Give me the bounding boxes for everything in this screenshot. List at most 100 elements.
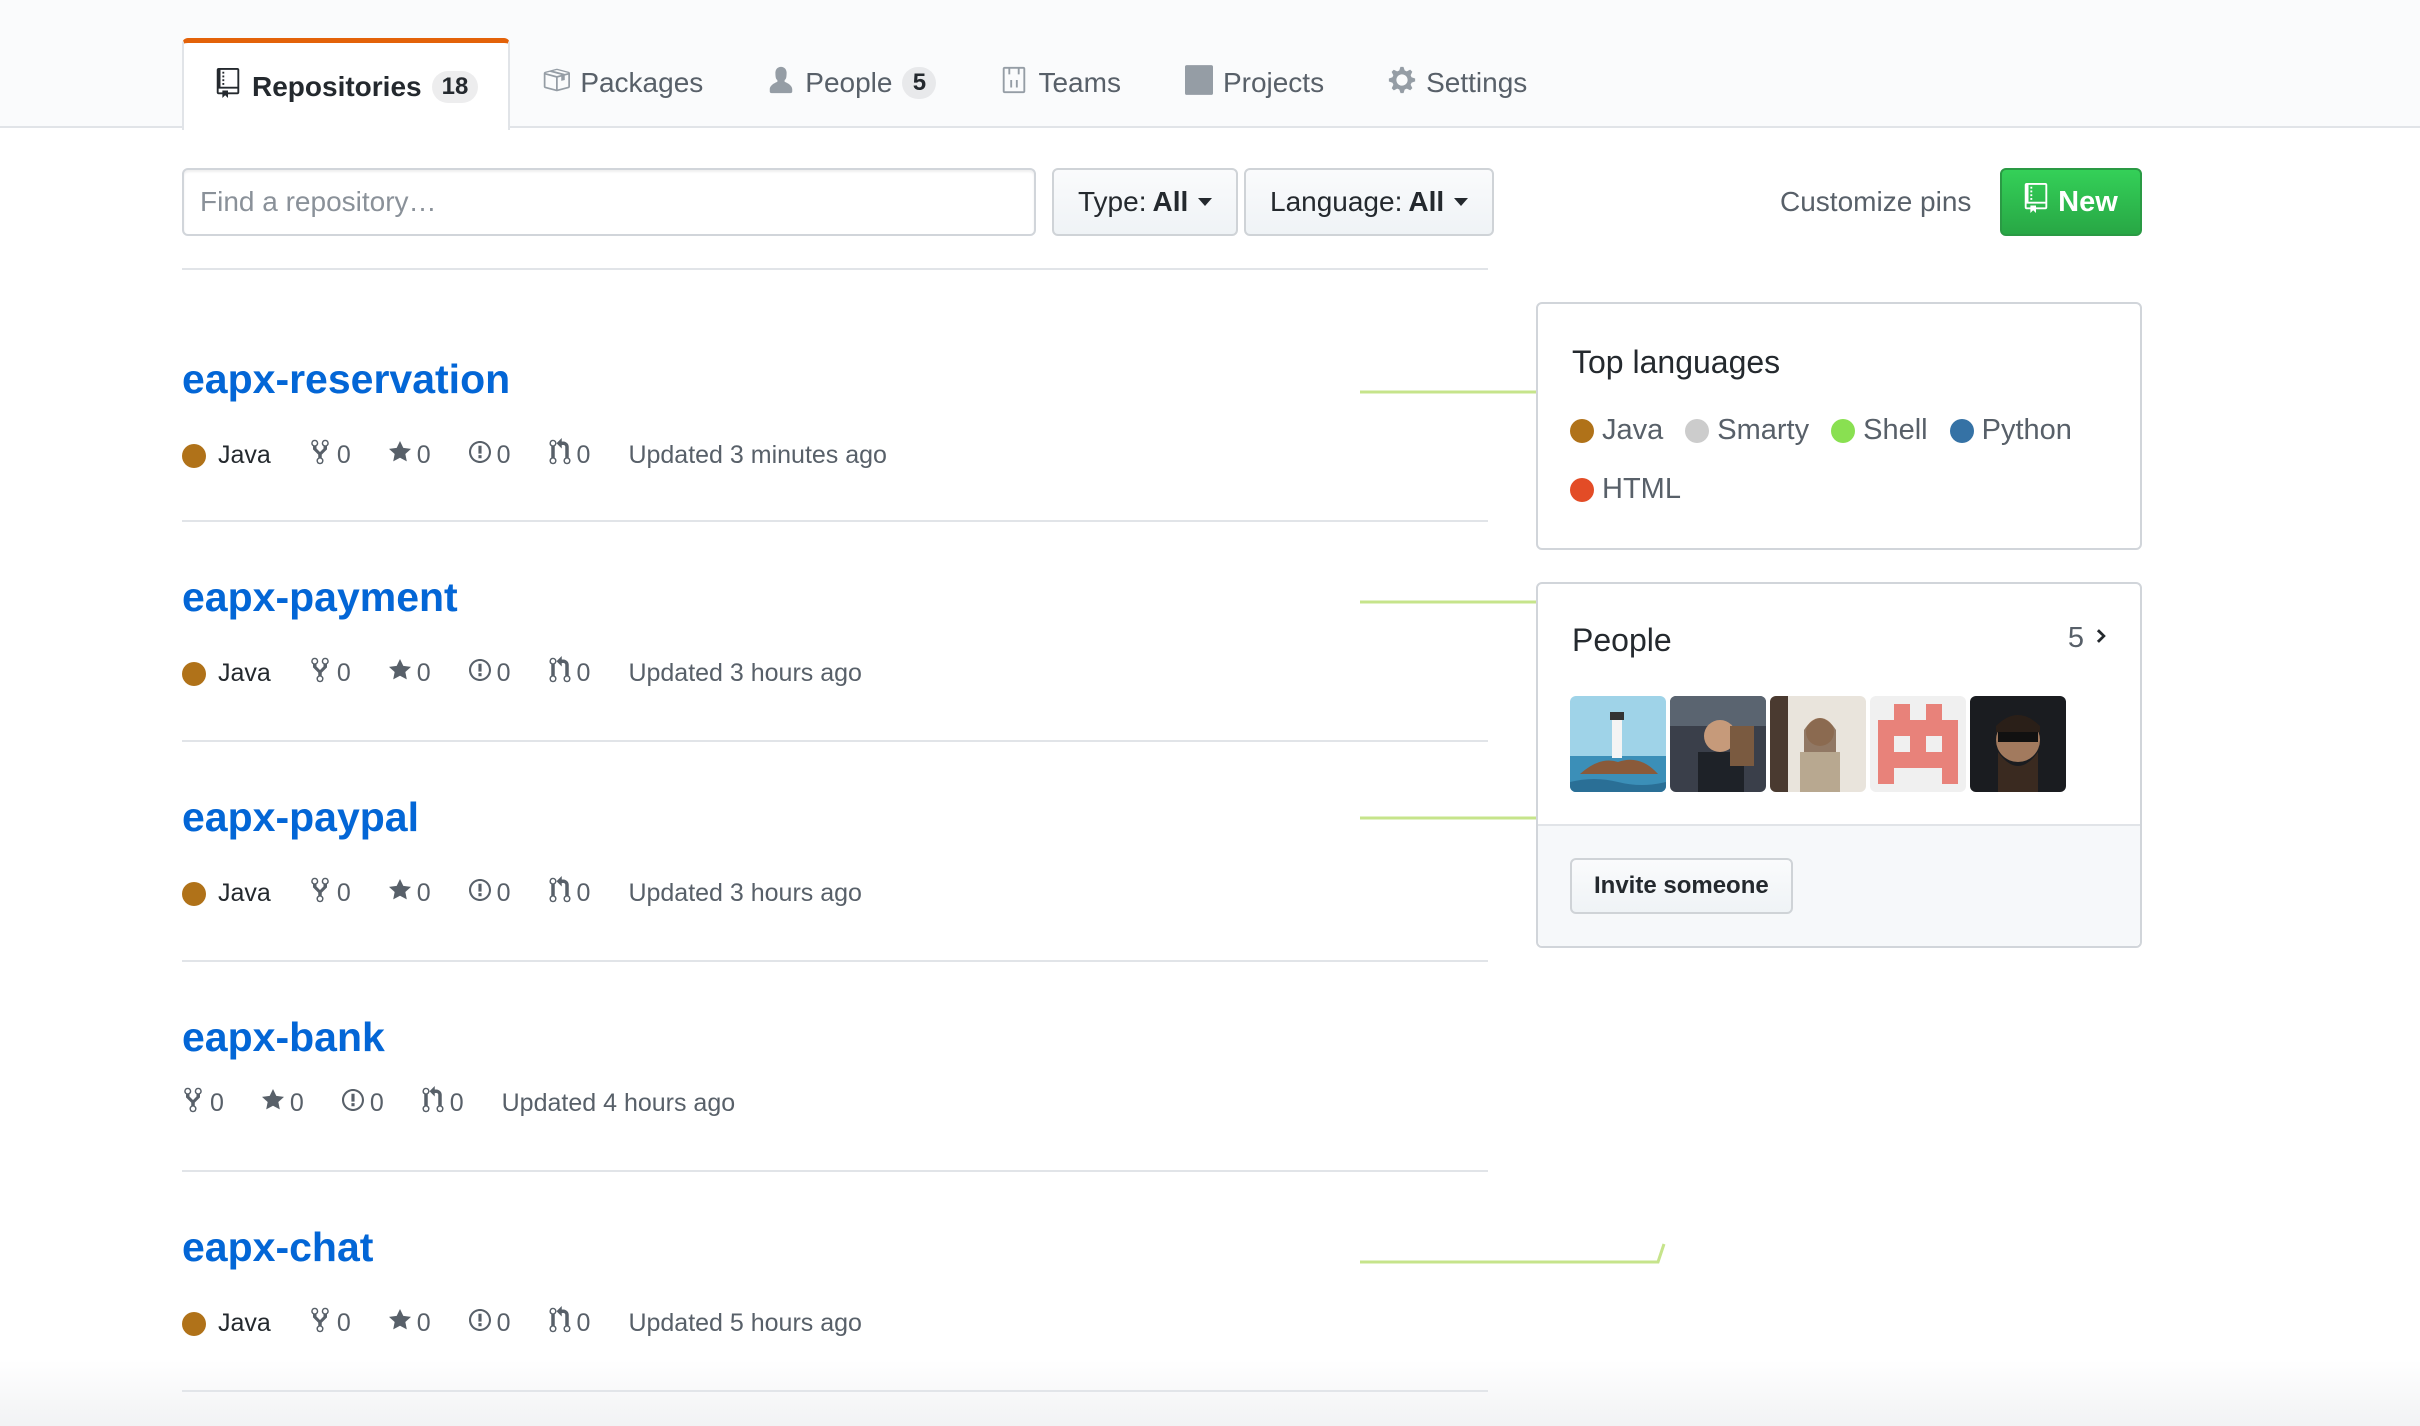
new-repo-button[interactable]: New [2000, 168, 2142, 236]
avatar[interactable] [1870, 696, 1966, 792]
forks-link[interactable]: 0 [309, 438, 351, 473]
repo-name-link[interactable]: eapx-bank [182, 1014, 385, 1061]
tab-settings[interactable]: Settings [1356, 38, 1559, 128]
repo-name-link[interactable]: eapx-chat [182, 1224, 373, 1271]
repo-meta: Java 0 0 0 0 Updated 3 hours ago [182, 876, 900, 911]
stars-link[interactable]: 0 [388, 656, 431, 691]
person-photo-avatar [1670, 696, 1766, 792]
forks-count: 0 [336, 879, 351, 907]
repo-name-link[interactable]: eapx-reservation [182, 356, 510, 403]
issue-icon [341, 1086, 364, 1121]
stars-count: 0 [289, 1089, 304, 1117]
fork-icon [309, 1306, 331, 1341]
caret-down-icon [1198, 198, 1213, 206]
stars-count: 0 [416, 1309, 431, 1337]
repo-divider [182, 1390, 1488, 1392]
people-avatars [1570, 696, 2066, 792]
pulls-count: 0 [576, 879, 591, 907]
repo-list-item: eapx-bank 0 0 0 0 Updated 4 hours ago [182, 962, 1488, 1172]
issues-count: 0 [496, 879, 511, 907]
forks-link[interactable]: 0 [309, 876, 351, 911]
star-icon [261, 1086, 284, 1121]
avatar[interactable] [1770, 696, 1866, 792]
tab-people[interactable]: People 5 [735, 38, 968, 128]
pulls-link[interactable]: 0 [549, 876, 591, 911]
language-name: Java [218, 659, 271, 687]
tab-teams[interactable]: Teams [968, 38, 1152, 128]
language-filter-html[interactable]: HTML [1570, 473, 1681, 506]
people-title: People [1572, 622, 1672, 658]
repo-icon [214, 68, 242, 105]
language-filter-smarty[interactable]: Smarty [1685, 414, 1809, 447]
updated-time: Updated 3 hours ago [628, 879, 862, 907]
updated-time: Updated 3 minutes ago [628, 441, 887, 469]
language-color-dot [182, 1311, 206, 1336]
stars-link[interactable]: 0 [261, 1086, 304, 1121]
language-color-dot [182, 881, 206, 906]
tab-label: Teams [1038, 67, 1121, 98]
avatar[interactable] [1670, 696, 1766, 792]
type-filter-value: All [1152, 186, 1189, 217]
lighthouse-avatar-image [1570, 696, 1666, 792]
language-filter-button[interactable]: Language: All [1244, 168, 1495, 236]
tab-repositories[interactable]: Repositories 18 [182, 38, 511, 130]
customize-pins-link[interactable]: Customize pins [1780, 186, 1971, 218]
people-count-link[interactable]: 5 [2068, 622, 2108, 655]
language-filter-python[interactable]: Python [1949, 414, 2072, 447]
repo-meta: Java 0 0 0 0 Updated 5 hours ago [182, 1306, 900, 1341]
issues-link[interactable]: 0 [468, 656, 511, 691]
language-filter-shell[interactable]: Shell [1831, 414, 1928, 447]
pulls-link[interactable]: 0 [549, 438, 590, 473]
pulls-link[interactable]: 0 [422, 1086, 464, 1121]
language-name: HTML [1602, 473, 1681, 505]
avatar[interactable] [1970, 696, 2066, 792]
person-photo-avatar [1970, 696, 2066, 792]
type-filter-button[interactable]: Type: All [1052, 168, 1239, 236]
pulls-link[interactable]: 0 [549, 656, 591, 691]
tab-packages[interactable]: Packages [510, 38, 735, 128]
forks-count: 0 [336, 1309, 351, 1337]
tab-projects[interactable]: Projects [1153, 38, 1356, 128]
pulls-count: 0 [576, 659, 591, 687]
language-color-dot [1570, 477, 1594, 502]
forks-count: 0 [336, 441, 351, 469]
language-name: Java [1602, 414, 1664, 446]
person-icon [767, 65, 795, 102]
language-name: Python [1981, 414, 2072, 446]
issues-link[interactable]: 0 [468, 1306, 511, 1341]
language-filter-java[interactable]: Java [1570, 414, 1663, 447]
repo-name-link[interactable]: eapx-paypal [182, 794, 419, 841]
type-filter-label: Type: [1078, 186, 1147, 217]
invite-someone-button[interactable]: Invite someone [1570, 858, 1793, 914]
language-name: Java [218, 441, 271, 469]
stars-link[interactable]: 0 [388, 438, 431, 473]
issues-link[interactable]: 0 [468, 438, 511, 473]
issue-icon [468, 438, 491, 473]
people-box-footer: Invite someone [1538, 824, 2140, 946]
top-languages-list: Java Smarty Shell Python HTML [1570, 414, 2130, 506]
fork-icon [309, 656, 331, 691]
stars-link[interactable]: 0 [388, 1306, 431, 1341]
issues-link[interactable]: 0 [468, 876, 511, 911]
package-icon [542, 65, 571, 102]
fork-icon [182, 1086, 204, 1121]
tab-label: Packages [580, 67, 704, 98]
pulls-link[interactable]: 0 [549, 1306, 590, 1341]
repo-language: Java [182, 441, 271, 470]
updated-time: Updated 5 hours ago [628, 1309, 862, 1337]
repo-list-item: eapx-payment Java 0 0 0 0 Updated 3 hour… [182, 522, 1666, 742]
forks-link[interactable]: 0 [309, 1306, 351, 1341]
repo-name-link[interactable]: eapx-payment [182, 574, 458, 621]
pull-request-icon [549, 876, 571, 911]
forks-link[interactable]: 0 [309, 656, 351, 691]
fork-icon [309, 876, 331, 911]
avatar[interactable] [1570, 696, 1666, 792]
people-box: People 5 Invite someone [1536, 582, 2142, 948]
stars-link[interactable]: 0 [388, 876, 431, 911]
tab-label: Settings [1426, 67, 1528, 98]
repo-search-input[interactable] [182, 168, 1036, 236]
forks-link[interactable]: 0 [182, 1086, 224, 1121]
pull-request-icon [422, 1086, 444, 1121]
language-color-dot [1949, 418, 1974, 443]
issues-link[interactable]: 0 [341, 1086, 384, 1121]
